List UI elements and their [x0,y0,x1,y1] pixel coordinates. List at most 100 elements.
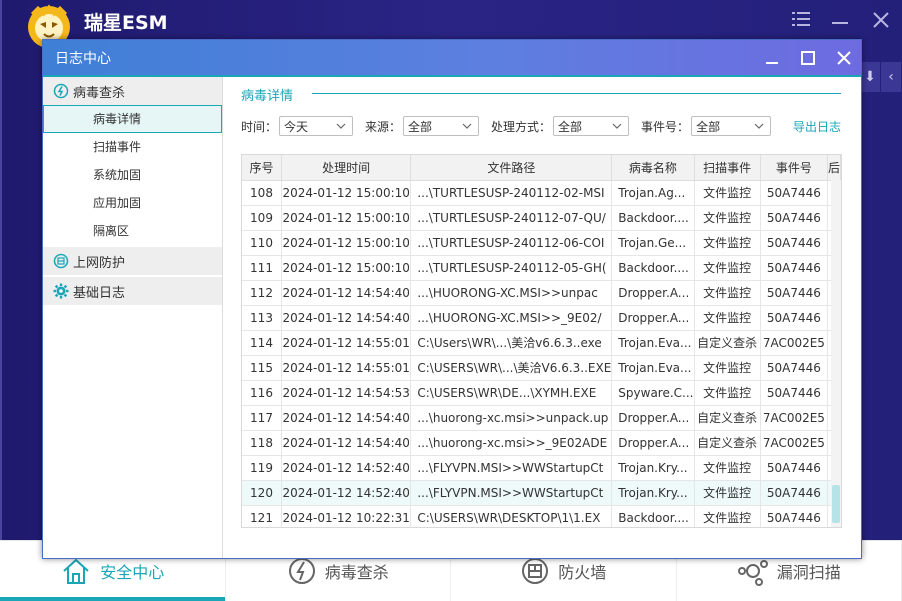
sidebar-item-system-hardening[interactable]: 系统加固 [43,161,222,189]
cell-path: ...\TURTLESUSP-240112-06-COI [410,230,613,256]
cell-event-id: 50A7446 [760,305,828,331]
chevron-down-icon [462,123,472,129]
section-divider [312,93,841,94]
table-row[interactable]: 115 2024-01-12 14:55:01 C:\USERS\WR\...\美洽… [242,355,841,381]
table-row[interactable]: 110 2024-01-12 15:00:10 ...\TURTLESUSP-240… [242,230,841,256]
table-row[interactable]: 111 2024-01-12 15:00:10 ...\TURTLESUSP-240… [242,255,841,281]
cell-index: 117 [242,405,282,431]
firewall-icon [522,558,549,584]
sidebar-item-scan-events[interactable]: 扫描事件 [43,133,222,161]
dialog-title: 日志中心 [55,50,111,67]
table-row[interactable]: 119 2024-01-12 14:52:40 ...\FLYVPN.MSI>>WW… [242,455,841,481]
table-row[interactable]: 109 2024-01-12 15:00:10 ...\TURTLESUSP-240… [242,205,841,231]
source-select-value: 全部 [408,119,433,134]
cell-event-id: 50A7446 [760,505,828,527]
method-select[interactable]: 全部 [553,116,630,136]
maximize-button[interactable] [790,40,826,75]
col-header-index[interactable]: 序号 [242,155,282,181]
cell-path: C:\USERS\WR\...\美洽V6.6.3..EXE [410,355,613,381]
cell-scan-event: 文件监控 [694,180,761,206]
cell-virus-name: Backdoor.... [611,205,695,231]
cell-time: 2024-01-12 14:54:40 [281,280,412,306]
sidebar-group-label: 病毒查杀 [73,85,126,101]
sidebar-group-virus[interactable]: 病毒查杀 [43,77,222,105]
cell-event-id: 50A7446 [760,455,828,481]
download-icon[interactable]: ⬇ [860,62,880,92]
cell-event-id: 50A7446 [760,355,828,381]
table-scrollbar[interactable] [831,180,841,527]
tab-label: 病毒查杀 [324,563,389,582]
table-row[interactable]: 121 2024-01-12 10:22:31 C:\USERS\WR\DESKTO… [242,505,841,527]
sidebar-item-app-hardening[interactable]: 应用加固 [43,189,222,217]
cell-virus-name: Dropper.A... [611,280,695,306]
app-title: 瑞星ESM [84,12,168,34]
col-header-scan-event[interactable]: 扫描事件 [694,155,761,181]
minimize-icon [766,61,778,64]
cell-path: C:\USERS\WR\DE...\XYMH.EXE [410,380,613,406]
app-minimize-icon[interactable] [830,10,850,34]
time-select[interactable]: 今天 [279,116,354,136]
cell-index: 110 [242,230,282,256]
virus-log-table: 序号 处理时间 文件路径 病毒名称 扫描事件 事件号 后 108 2024-01-… [241,154,842,528]
virus-icon [53,83,69,99]
app-close-icon[interactable] [872,10,890,34]
cell-scan-event: 文件监控 [694,255,761,281]
gear-icon [53,283,69,299]
cell-path: ...\FLYVPN.MSI>>WWStartupCt [410,455,613,481]
cell-virus-name: Dropper.A... [611,430,695,456]
table-row[interactable]: 113 2024-01-12 14:54:40 ...\HUORONG-XC.MSI… [242,305,841,331]
cell-index: 119 [242,455,282,481]
close-button[interactable] [826,40,862,75]
cell-path: C:\Users\WR\...\美洽v6.6.3..exe [410,330,613,356]
col-header-virus-name[interactable]: 病毒名称 [611,155,695,181]
maximize-icon [801,50,815,65]
table-row[interactable]: 118 2024-01-12 14:54:40 ...\huorong-xc.msi… [242,430,841,456]
cell-index: 115 [242,355,282,381]
table-row[interactable]: 117 2024-01-12 14:54:40 ...\huorong-xc.msi… [242,405,841,431]
cell-index: 113 [242,305,282,331]
scrollbar-thumb[interactable] [832,485,840,523]
col-header-event-id[interactable]: 事件号 [760,155,828,181]
cell-event-id: 7AC002E5 [760,405,828,431]
col-header-time[interactable]: 处理时间 [281,155,412,181]
table-row[interactable]: 114 2024-01-12 14:55:01 C:\Users\WR\...\美洽… [242,330,841,356]
table-row[interactable]: 116 2024-01-12 14:54:53 C:\USERS\WR\DE...\… [242,380,841,406]
tab-label: 防火墙 [558,563,607,582]
cell-scan-event: 文件监控 [694,305,761,331]
cell-event-id: 50A7446 [760,280,828,306]
export-log-link[interactable]: 导出日志 [793,118,841,135]
collapse-icon[interactable]: ‹ [881,62,901,92]
chevron-down-icon [336,123,346,129]
cell-virus-name: Dropper.A... [611,305,695,331]
method-select-value: 全部 [558,119,583,134]
sidebar-group-web-protection[interactable]: 上网防护 [43,247,222,275]
cell-event-id: 50A7446 [760,205,828,231]
cell-path: ...\TURTLESUSP-240112-07-QU/ [410,205,613,231]
minimize-button[interactable] [754,40,790,75]
close-icon [837,50,851,65]
table-row[interactable]: 112 2024-01-12 14:54:40 ...\HUORONG-XC.MSI… [242,280,841,306]
source-label: 来源： [365,119,402,134]
tab-label: 安全中心 [100,563,165,582]
source-select[interactable]: 全部 [403,116,480,136]
table-row[interactable]: 108 2024-01-12 15:00:10 ...\TURTLESUSP-240… [242,180,841,206]
cell-index: 118 [242,430,282,456]
col-header-path[interactable]: 文件路径 [410,155,613,181]
table-row[interactable]: 120 2024-01-12 14:52:40 ...\FLYVPN.MSI>>WW… [242,480,841,506]
sidebar-group-basic-logs[interactable]: 基础日志 [43,277,222,305]
cell-scan-event: 自定义查杀 [694,405,761,431]
cell-event-id: 7AC002E5 [760,430,828,456]
cell-scan-event: 自定义查杀 [694,430,761,456]
cell-virus-name: Backdoor.... [611,255,695,281]
cell-index: 120 [242,480,282,506]
filter-bar: 时间： 今天 来源： 全部 处理方式： 全部 事件号： 全部 导出日志 [241,115,841,137]
cell-time: 2024-01-12 15:00:10 [281,255,412,281]
dialog-titlebar[interactable]: 日志中心 [43,40,861,75]
cell-virus-name: Trojan.Eva... [611,330,695,356]
sidebar-item-quarantine[interactable]: 隔离区 [43,217,222,245]
menu-icon[interactable] [792,8,810,32]
sidebar-item-virus-details[interactable]: 病毒详情 [43,105,222,133]
event-select[interactable]: 全部 [691,116,772,136]
cell-time: 2024-01-12 14:54:53 [281,380,412,406]
col-header-more[interactable]: 后 [827,155,841,181]
